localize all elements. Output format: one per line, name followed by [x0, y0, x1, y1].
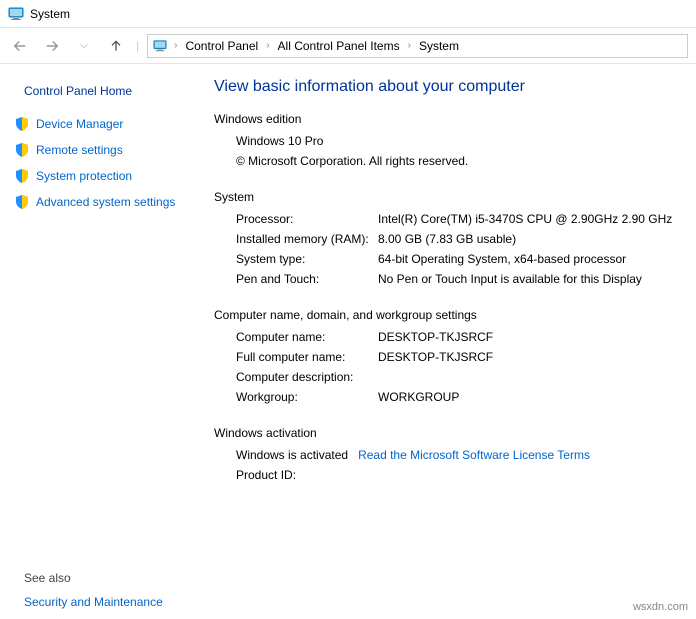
windows-edition: Windows 10 Pro: [236, 134, 680, 148]
shield-icon: [14, 168, 30, 184]
window-title: System: [30, 7, 70, 21]
computer-name-label: Computer name:: [236, 330, 378, 344]
system-section: Processor: Intel(R) Core(TM) i5-3470S CP…: [214, 212, 680, 286]
ram-value: 8.00 GB (7.83 GB usable): [378, 232, 680, 246]
description-value: [378, 370, 680, 384]
chevron-right-icon[interactable]: ›: [172, 40, 179, 51]
full-name-label: Full computer name:: [236, 350, 378, 364]
ram-row: Installed memory (RAM): 8.00 GB (7.83 GB…: [236, 232, 680, 246]
see-also-heading: See also: [24, 571, 196, 585]
description-label: Computer description:: [236, 370, 378, 384]
description-row: Computer description:: [236, 370, 680, 384]
workgroup-row: Workgroup: WORKGROUP: [236, 390, 680, 404]
workgroup-label: Workgroup:: [236, 390, 378, 404]
recent-dropdown[interactable]: ⌵: [72, 34, 96, 58]
edition-heading: Windows edition: [214, 112, 680, 126]
activation-heading: Windows activation: [214, 426, 680, 440]
sidebar-item-label: System protection: [36, 169, 132, 183]
activation-status: Windows is activated: [236, 448, 348, 462]
sidebar-item-device-manager[interactable]: Device Manager: [14, 116, 196, 132]
nav-separator: |: [136, 39, 139, 53]
copyright: © Microsoft Corporation. All rights rese…: [236, 154, 680, 168]
sidebar-item-label: Remote settings: [36, 143, 123, 157]
shield-icon: [14, 194, 30, 210]
chevron-right-icon[interactable]: ›: [264, 40, 271, 51]
sidebar-item-label: Advanced system settings: [36, 195, 175, 209]
control-panel-home-link[interactable]: Control Panel Home: [24, 84, 196, 98]
breadcrumb-control-panel[interactable]: Control Panel: [183, 37, 260, 55]
system-type-label: System type:: [236, 252, 378, 266]
sidebar: Control Panel Home Device Manager Remote…: [0, 64, 210, 619]
system-icon: [8, 6, 24, 22]
navbar: ⌵ | › Control Panel › All Control Panel …: [0, 28, 696, 64]
page-title: View basic information about your comput…: [214, 78, 680, 96]
shield-icon: [14, 116, 30, 132]
full-name-value: DESKTOP-TKJSRCF: [378, 350, 680, 364]
main-panel: View basic information about your comput…: [210, 64, 696, 619]
system-type-row: System type: 64-bit Operating System, x6…: [236, 252, 680, 266]
sidebar-item-system-protection[interactable]: System protection: [14, 168, 196, 184]
back-button[interactable]: [8, 34, 32, 58]
license-terms-link[interactable]: Read the Microsoft Software License Term…: [358, 448, 590, 462]
chevron-right-icon[interactable]: ›: [406, 40, 413, 51]
system-heading: System: [214, 190, 680, 204]
edition-section: Windows 10 Pro © Microsoft Corporation. …: [214, 134, 680, 168]
activation-line: Windows is activated Read the Microsoft …: [236, 448, 680, 462]
address-bar[interactable]: › Control Panel › All Control Panel Item…: [147, 34, 688, 58]
full-name-row: Full computer name: DESKTOP-TKJSRCF: [236, 350, 680, 364]
content-area: Control Panel Home Device Manager Remote…: [0, 64, 696, 619]
processor-label: Processor:: [236, 212, 378, 226]
breadcrumb-system[interactable]: System: [417, 37, 461, 55]
computer-name-heading: Computer name, domain, and workgroup set…: [214, 308, 680, 322]
activation-section: Windows is activated Read the Microsoft …: [214, 448, 680, 482]
pen-touch-label: Pen and Touch:: [236, 272, 378, 286]
up-button[interactable]: [104, 34, 128, 58]
watermark: wsxdn.com: [633, 601, 688, 613]
processor-value: Intel(R) Core(TM) i5-3470S CPU @ 2.90GHz…: [378, 212, 680, 226]
system-type-value: 64-bit Operating System, x64-based proce…: [378, 252, 680, 266]
pen-touch-row: Pen and Touch: No Pen or Touch Input is …: [236, 272, 680, 286]
product-id-row: Product ID:: [236, 468, 680, 482]
ram-label: Installed memory (RAM):: [236, 232, 378, 246]
titlebar: System: [0, 0, 696, 28]
computer-name-value: DESKTOP-TKJSRCF: [378, 330, 680, 344]
shield-icon: [14, 142, 30, 158]
pen-touch-value: No Pen or Touch Input is available for t…: [378, 272, 680, 286]
computer-name-row: Computer name: DESKTOP-TKJSRCF: [236, 330, 680, 344]
sidebar-item-label: Device Manager: [36, 117, 123, 131]
sidebar-item-remote-settings[interactable]: Remote settings: [14, 142, 196, 158]
processor-row: Processor: Intel(R) Core(TM) i5-3470S CP…: [236, 212, 680, 226]
workgroup-value: WORKGROUP: [378, 390, 680, 404]
sidebar-item-advanced-settings[interactable]: Advanced system settings: [14, 194, 196, 210]
product-id-label: Product ID:: [236, 468, 378, 482]
computer-name-section: Computer name: DESKTOP-TKJSRCF Full comp…: [214, 330, 680, 404]
forward-button[interactable]: [40, 34, 64, 58]
breadcrumb-all-items[interactable]: All Control Panel Items: [276, 37, 402, 55]
address-icon: [152, 38, 168, 54]
security-maintenance-link[interactable]: Security and Maintenance: [24, 595, 196, 609]
